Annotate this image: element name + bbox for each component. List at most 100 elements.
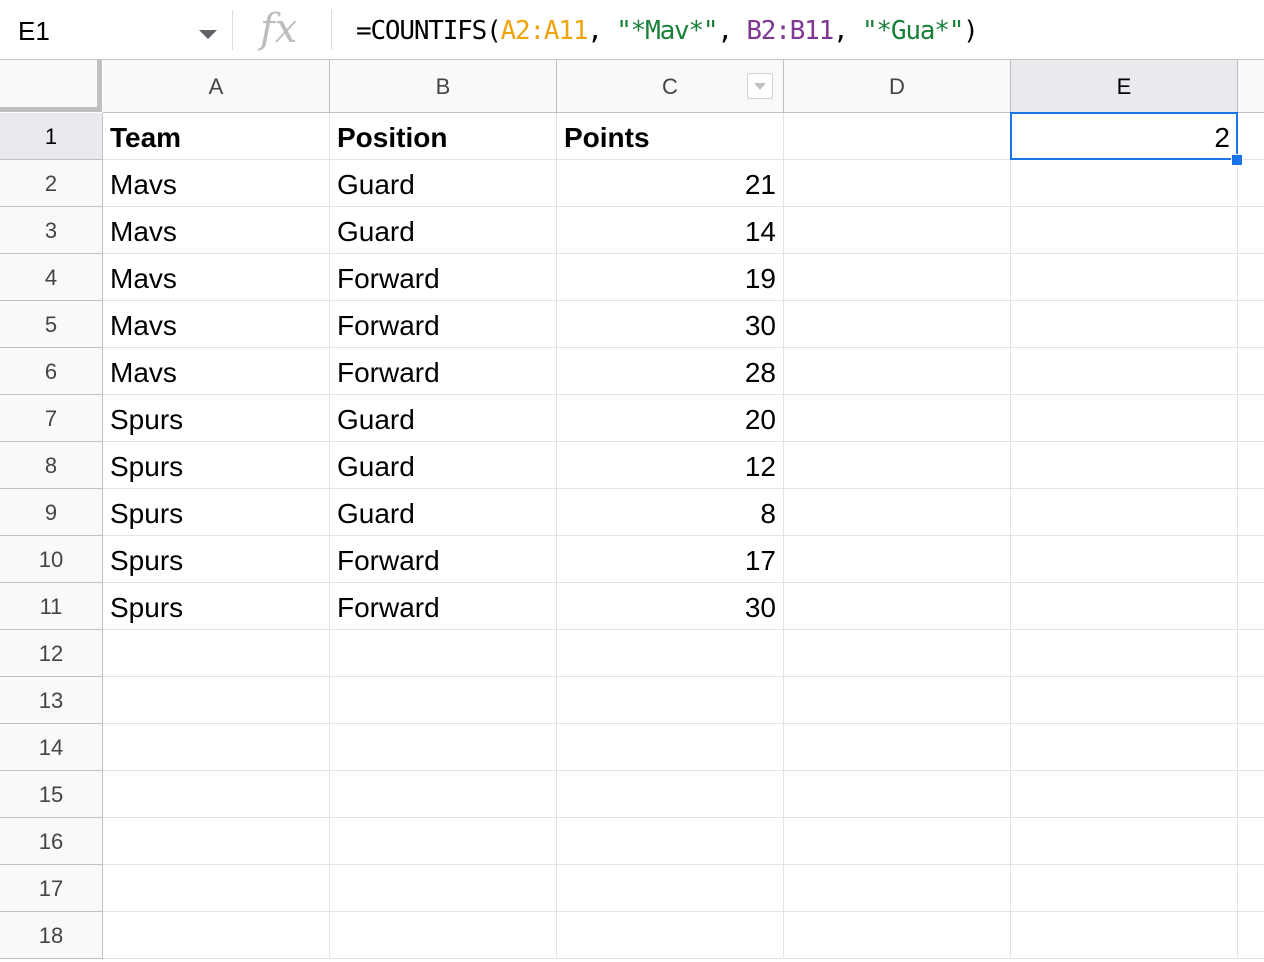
- row-header-9[interactable]: 9: [0, 489, 103, 536]
- cell-d6[interactable]: [784, 348, 1011, 395]
- cell-c9[interactable]: 8: [557, 489, 784, 536]
- cell-d18[interactable]: [784, 912, 1011, 959]
- cell-c18[interactable]: [557, 912, 784, 959]
- cell-e7[interactable]: [1011, 395, 1238, 442]
- cell-e18[interactable]: [1011, 912, 1238, 959]
- cell-b2[interactable]: Guard: [330, 160, 557, 207]
- column-header-d[interactable]: D: [784, 60, 1011, 113]
- cell-d9[interactable]: [784, 489, 1011, 536]
- cell-d15[interactable]: [784, 771, 1011, 818]
- cell-d17[interactable]: [784, 865, 1011, 912]
- cell-c8[interactable]: 12: [557, 442, 784, 489]
- cell-d1[interactable]: [784, 113, 1011, 160]
- cell-a7[interactable]: Spurs: [103, 395, 330, 442]
- cell-b13[interactable]: [330, 677, 557, 724]
- cell-d10[interactable]: [784, 536, 1011, 583]
- cell-d7[interactable]: [784, 395, 1011, 442]
- cell-c3[interactable]: 14: [557, 207, 784, 254]
- row-header-2[interactable]: 2: [0, 160, 103, 207]
- cell-a16[interactable]: [103, 818, 330, 865]
- cell-c16[interactable]: [557, 818, 784, 865]
- fill-handle[interactable]: [1231, 154, 1243, 166]
- cell-e1[interactable]: 2: [1011, 113, 1238, 160]
- cell-a11[interactable]: Spurs: [103, 583, 330, 630]
- cell-a8[interactable]: Spurs: [103, 442, 330, 489]
- cell-e3[interactable]: [1011, 207, 1238, 254]
- cell-a2[interactable]: Mavs: [103, 160, 330, 207]
- name-box[interactable]: E1: [0, 0, 232, 60]
- cell-b7[interactable]: Guard: [330, 395, 557, 442]
- column-header-a[interactable]: A: [103, 60, 330, 113]
- cell-e10[interactable]: [1011, 536, 1238, 583]
- cell-d5[interactable]: [784, 301, 1011, 348]
- row-header-3[interactable]: 3: [0, 207, 103, 254]
- cell-c6[interactable]: 28: [557, 348, 784, 395]
- row-header-18[interactable]: 18: [0, 912, 103, 959]
- filter-dropdown-icon[interactable]: [747, 73, 773, 99]
- cell-e6[interactable]: [1011, 348, 1238, 395]
- cell-a18[interactable]: [103, 912, 330, 959]
- cell-b18[interactable]: [330, 912, 557, 959]
- cell-a9[interactable]: Spurs: [103, 489, 330, 536]
- cell-b12[interactable]: [330, 630, 557, 677]
- row-header-7[interactable]: 7: [0, 395, 103, 442]
- cell-d8[interactable]: [784, 442, 1011, 489]
- cell-c11[interactable]: 30: [557, 583, 784, 630]
- cell-a13[interactable]: [103, 677, 330, 724]
- chevron-down-icon[interactable]: [199, 30, 217, 39]
- cell-b5[interactable]: Forward: [330, 301, 557, 348]
- row-header-12[interactable]: 12: [0, 630, 103, 677]
- cell-c1[interactable]: Points: [557, 113, 784, 160]
- cell-a3[interactable]: Mavs: [103, 207, 330, 254]
- row-header-10[interactable]: 10: [0, 536, 103, 583]
- cell-d13[interactable]: [784, 677, 1011, 724]
- column-header-b[interactable]: B: [330, 60, 557, 113]
- cell-a17[interactable]: [103, 865, 330, 912]
- cell-b3[interactable]: Guard: [330, 207, 557, 254]
- cell-a15[interactable]: [103, 771, 330, 818]
- cell-e14[interactable]: [1011, 724, 1238, 771]
- column-header-c[interactable]: C: [557, 60, 784, 113]
- row-header-11[interactable]: 11: [0, 583, 103, 630]
- cell-d16[interactable]: [784, 818, 1011, 865]
- row-header-4[interactable]: 4: [0, 254, 103, 301]
- cell-b8[interactable]: Guard: [330, 442, 557, 489]
- cell-d14[interactable]: [784, 724, 1011, 771]
- cell-b14[interactable]: [330, 724, 557, 771]
- cell-c15[interactable]: [557, 771, 784, 818]
- select-all-corner[interactable]: [0, 60, 102, 112]
- cell-b10[interactable]: Forward: [330, 536, 557, 583]
- cell-c5[interactable]: 30: [557, 301, 784, 348]
- cell-b11[interactable]: Forward: [330, 583, 557, 630]
- cell-c2[interactable]: 21: [557, 160, 784, 207]
- cell-a4[interactable]: Mavs: [103, 254, 330, 301]
- cell-c17[interactable]: [557, 865, 784, 912]
- row-header-5[interactable]: 5: [0, 301, 103, 348]
- cell-e15[interactable]: [1011, 771, 1238, 818]
- cell-e13[interactable]: [1011, 677, 1238, 724]
- row-header-15[interactable]: 15: [0, 771, 103, 818]
- cell-b15[interactable]: [330, 771, 557, 818]
- cell-e4[interactable]: [1011, 254, 1238, 301]
- name-box-value[interactable]: E1: [18, 16, 50, 46]
- column-header-e[interactable]: E: [1011, 60, 1238, 113]
- cell-a6[interactable]: Mavs: [103, 348, 330, 395]
- cell-b1[interactable]: Position: [330, 113, 557, 160]
- row-header-8[interactable]: 8: [0, 442, 103, 489]
- cell-c14[interactable]: [557, 724, 784, 771]
- row-header-13[interactable]: 13: [0, 677, 103, 724]
- row-header-6[interactable]: 6: [0, 348, 103, 395]
- cell-e8[interactable]: [1011, 442, 1238, 489]
- row-header-17[interactable]: 17: [0, 865, 103, 912]
- cell-b9[interactable]: Guard: [330, 489, 557, 536]
- cell-e17[interactable]: [1011, 865, 1238, 912]
- cell-b4[interactable]: Forward: [330, 254, 557, 301]
- cell-d2[interactable]: [784, 160, 1011, 207]
- cell-c7[interactable]: 20: [557, 395, 784, 442]
- cell-e16[interactable]: [1011, 818, 1238, 865]
- cell-c10[interactable]: 17: [557, 536, 784, 583]
- formula-input[interactable]: =COUNTIFS(A2:A11, "*Mav*", B2:B11, "*Gua…: [356, 15, 979, 47]
- cell-a12[interactable]: [103, 630, 330, 677]
- cell-a5[interactable]: Mavs: [103, 301, 330, 348]
- cell-c13[interactable]: [557, 677, 784, 724]
